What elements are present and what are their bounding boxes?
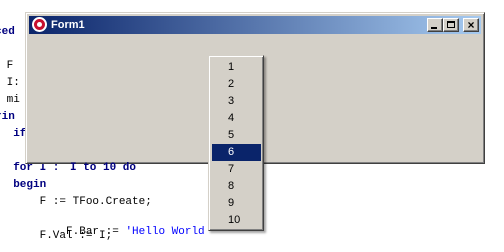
maximize-icon bbox=[447, 21, 455, 28]
title-bar[interactable]: Form1 × bbox=[29, 16, 481, 34]
maximize-button[interactable] bbox=[443, 18, 459, 32]
code-line: begin bbox=[0, 179, 47, 191]
number-popup-list[interactable]: 1 2 3 4 5 6 7 8 9 10 bbox=[208, 55, 264, 231]
list-item-8[interactable]: 8 bbox=[212, 178, 261, 195]
list-item-5[interactable]: 5 bbox=[212, 127, 261, 144]
list-item-6-selected[interactable]: 6 bbox=[212, 144, 261, 161]
app-icon[interactable] bbox=[32, 17, 47, 32]
list-item-9[interactable]: 9 bbox=[212, 195, 261, 212]
code-for-loop-tail: I to 10 do bbox=[70, 162, 137, 174]
code-line: mi bbox=[0, 94, 20, 106]
list-item-4[interactable]: 4 bbox=[212, 110, 261, 127]
minimize-button[interactable] bbox=[427, 18, 443, 32]
list-item-2[interactable]: 2 bbox=[212, 76, 261, 93]
window-title: Form1 bbox=[51, 19, 85, 31]
close-button[interactable]: × bbox=[463, 18, 479, 32]
code-line: if bbox=[0, 128, 27, 140]
close-icon: × bbox=[467, 18, 475, 32]
list-item-10[interactable]: 10 bbox=[212, 212, 261, 229]
code-line: I: bbox=[0, 77, 20, 89]
list-item-3[interactable]: 3 bbox=[212, 93, 261, 110]
code-line: F.Val := I; bbox=[0, 230, 113, 242]
code-line: rin bbox=[0, 111, 15, 123]
code-line: F bbox=[0, 60, 14, 72]
list-item-7[interactable]: 7 bbox=[212, 161, 261, 178]
code-line: F := TFoo.Create; bbox=[0, 196, 152, 208]
string-literal: 'Hello World bbox=[125, 226, 205, 238]
minimize-icon bbox=[431, 27, 437, 29]
list-item-1[interactable]: 1 bbox=[212, 59, 261, 76]
code-line: ced bbox=[0, 26, 15, 38]
code-line: ' bbox=[0, 0, 7, 6]
